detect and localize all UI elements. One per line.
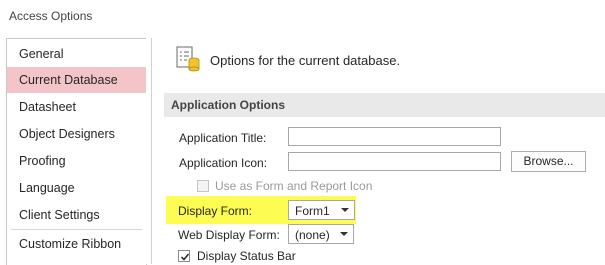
section-header-application-options: Application Options <box>164 93 605 117</box>
chevron-down-icon <box>340 232 348 236</box>
web-display-form-dropdown[interactable]: (none) <box>288 224 354 244</box>
display-form-label: Display Form: <box>178 204 253 218</box>
sidebar-item-label: Datasheet <box>19 100 76 114</box>
sidebar-item-label: Proofing <box>19 154 66 168</box>
sidebar-item-datasheet[interactable]: Datasheet <box>7 94 146 120</box>
sidebar-item-label: Client Settings <box>19 208 100 222</box>
application-icon-label: Application Icon: <box>179 156 268 170</box>
page-header-text: Options for the current database. <box>210 53 401 68</box>
display-status-bar-label: Display Status Bar <box>197 249 296 263</box>
chevron-down-icon <box>341 208 349 212</box>
sidebar-item-proofing[interactable]: Proofing <box>7 148 146 174</box>
display-form-value: Form1 <box>295 204 330 218</box>
options-pane: Options for the current database. Applic… <box>151 38 605 264</box>
sidebar-item-language[interactable]: Language <box>7 175 146 201</box>
sidebar-item-label: Object Designers <box>19 127 115 141</box>
title-bar: Access Options <box>0 0 605 34</box>
sidebar-item-label: General <box>19 47 64 61</box>
application-icon-input[interactable] <box>288 152 501 171</box>
display-form-dropdown[interactable]: Form1 <box>288 200 355 220</box>
sidebar-item-current-database[interactable]: Current Database <box>7 67 146 93</box>
display-status-bar-checkbox[interactable] <box>178 250 190 262</box>
web-display-form-value: (none) <box>295 228 330 242</box>
sidebar-item-label: Customize Ribbon <box>19 237 122 251</box>
use-as-form-report-icon-checkbox[interactable] <box>197 180 209 192</box>
sidebar-item-label: Current Database <box>19 73 118 87</box>
window-title: Access Options <box>9 9 93 23</box>
section-title: Application Options <box>171 98 285 112</box>
sidebar-item-customize-ribbon[interactable]: Customize Ribbon <box>7 231 146 257</box>
sidebar-item-object-designers[interactable]: Object Designers <box>7 121 146 147</box>
browse-button[interactable]: Browse... <box>511 151 586 172</box>
checkmark-icon <box>180 253 190 261</box>
use-as-form-report-icon-label: Use as Form and Report Icon <box>215 179 373 193</box>
sidebar-item-label: Language <box>19 181 75 195</box>
sidebar-divider <box>11 229 142 230</box>
sidebar-item-client-settings[interactable]: Client Settings <box>7 202 146 228</box>
application-title-label: Application Title: <box>179 131 267 145</box>
web-display-form-label: Web Display Form: <box>178 228 280 242</box>
sidebar-nav: General Current Database Datasheet Objec… <box>6 38 147 265</box>
application-title-input[interactable] <box>288 127 501 146</box>
sidebar-item-general[interactable]: General <box>7 41 146 67</box>
options-list-database-icon <box>176 46 200 72</box>
